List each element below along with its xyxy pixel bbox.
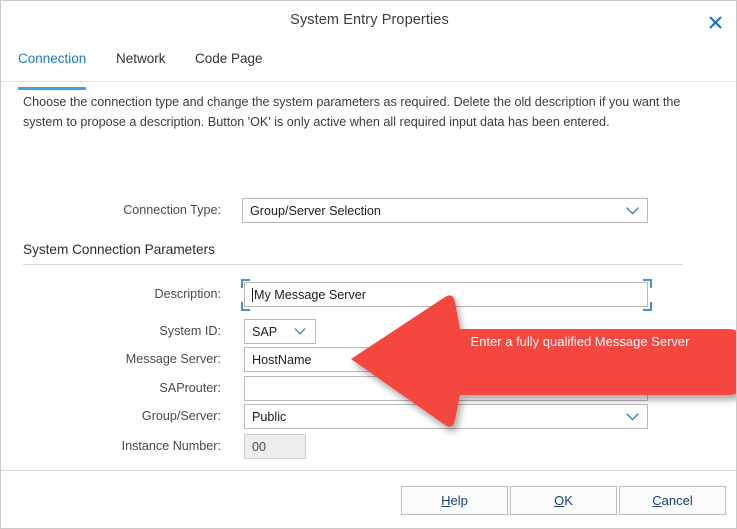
ok-label-rest: K bbox=[564, 493, 573, 508]
help-label-rest: elp bbox=[450, 493, 468, 508]
system-id-label: System ID: bbox=[159, 324, 221, 338]
section-divider bbox=[23, 264, 683, 265]
ok-button[interactable]: OK bbox=[510, 486, 617, 515]
group-server-value: Public bbox=[252, 409, 287, 424]
ok-accel-key: O bbox=[554, 493, 565, 508]
chevron-down-icon bbox=[626, 412, 639, 421]
message-server-value: HostName bbox=[252, 352, 312, 367]
system-id-value: SAP bbox=[252, 324, 278, 339]
tab-bar-divider bbox=[1, 81, 736, 82]
message-server-label: Message Server: bbox=[125, 352, 221, 366]
description-input[interactable]: My Message Server bbox=[244, 282, 648, 307]
description-value: My Message Server bbox=[254, 287, 366, 302]
tab-bar: Connection Network Code Page bbox=[1, 51, 736, 90]
connection-type-dropdown[interactable]: Group/Server Selection bbox=[242, 198, 648, 223]
system-id-dropdown[interactable]: SAP bbox=[244, 319, 316, 344]
footer-divider bbox=[1, 470, 736, 471]
instruction-text: Choose the connection type and change th… bbox=[23, 95, 681, 129]
cancel-button-label: Cancel bbox=[652, 493, 692, 508]
description-label: Description: bbox=[154, 287, 222, 301]
saprouter-label: SAProuter: bbox=[159, 381, 221, 395]
message-server-input[interactable]: HostName bbox=[244, 347, 648, 372]
chevron-down-icon bbox=[294, 327, 307, 336]
page-title: System Entry Properties bbox=[290, 12, 449, 28]
help-accel-key: H bbox=[441, 493, 451, 508]
text-caret bbox=[252, 287, 253, 302]
instance-number-input: 00 bbox=[244, 434, 306, 459]
close-icon[interactable] bbox=[700, 8, 730, 36]
system-entry-properties-dialog: System Entry Properties Connection Netwo… bbox=[0, 0, 737, 529]
group-server-label: Group/Server: bbox=[141, 409, 221, 423]
group-server-dropdown[interactable]: Public bbox=[244, 404, 648, 429]
section-title: System Connection Parameters bbox=[23, 242, 215, 257]
title-bar: System Entry Properties bbox=[1, 1, 736, 45]
instance-number-label: Instance Number: bbox=[121, 439, 221, 453]
cancel-label-rest: ancel bbox=[661, 493, 693, 508]
help-button[interactable]: Help bbox=[401, 486, 508, 515]
tab-connection[interactable]: Connection bbox=[18, 51, 87, 90]
ok-button-label: OK bbox=[554, 493, 573, 508]
saprouter-input[interactable] bbox=[244, 376, 648, 401]
cancel-button[interactable]: Cancel bbox=[619, 486, 726, 515]
connection-type-value: Group/Server Selection bbox=[250, 203, 381, 218]
instance-number-value: 00 bbox=[252, 439, 267, 454]
connection-type-label: Connection Type: bbox=[123, 203, 221, 217]
help-button-label: Help bbox=[441, 493, 468, 508]
cancel-accel-key: C bbox=[652, 493, 662, 508]
chevron-down-icon bbox=[626, 206, 639, 215]
